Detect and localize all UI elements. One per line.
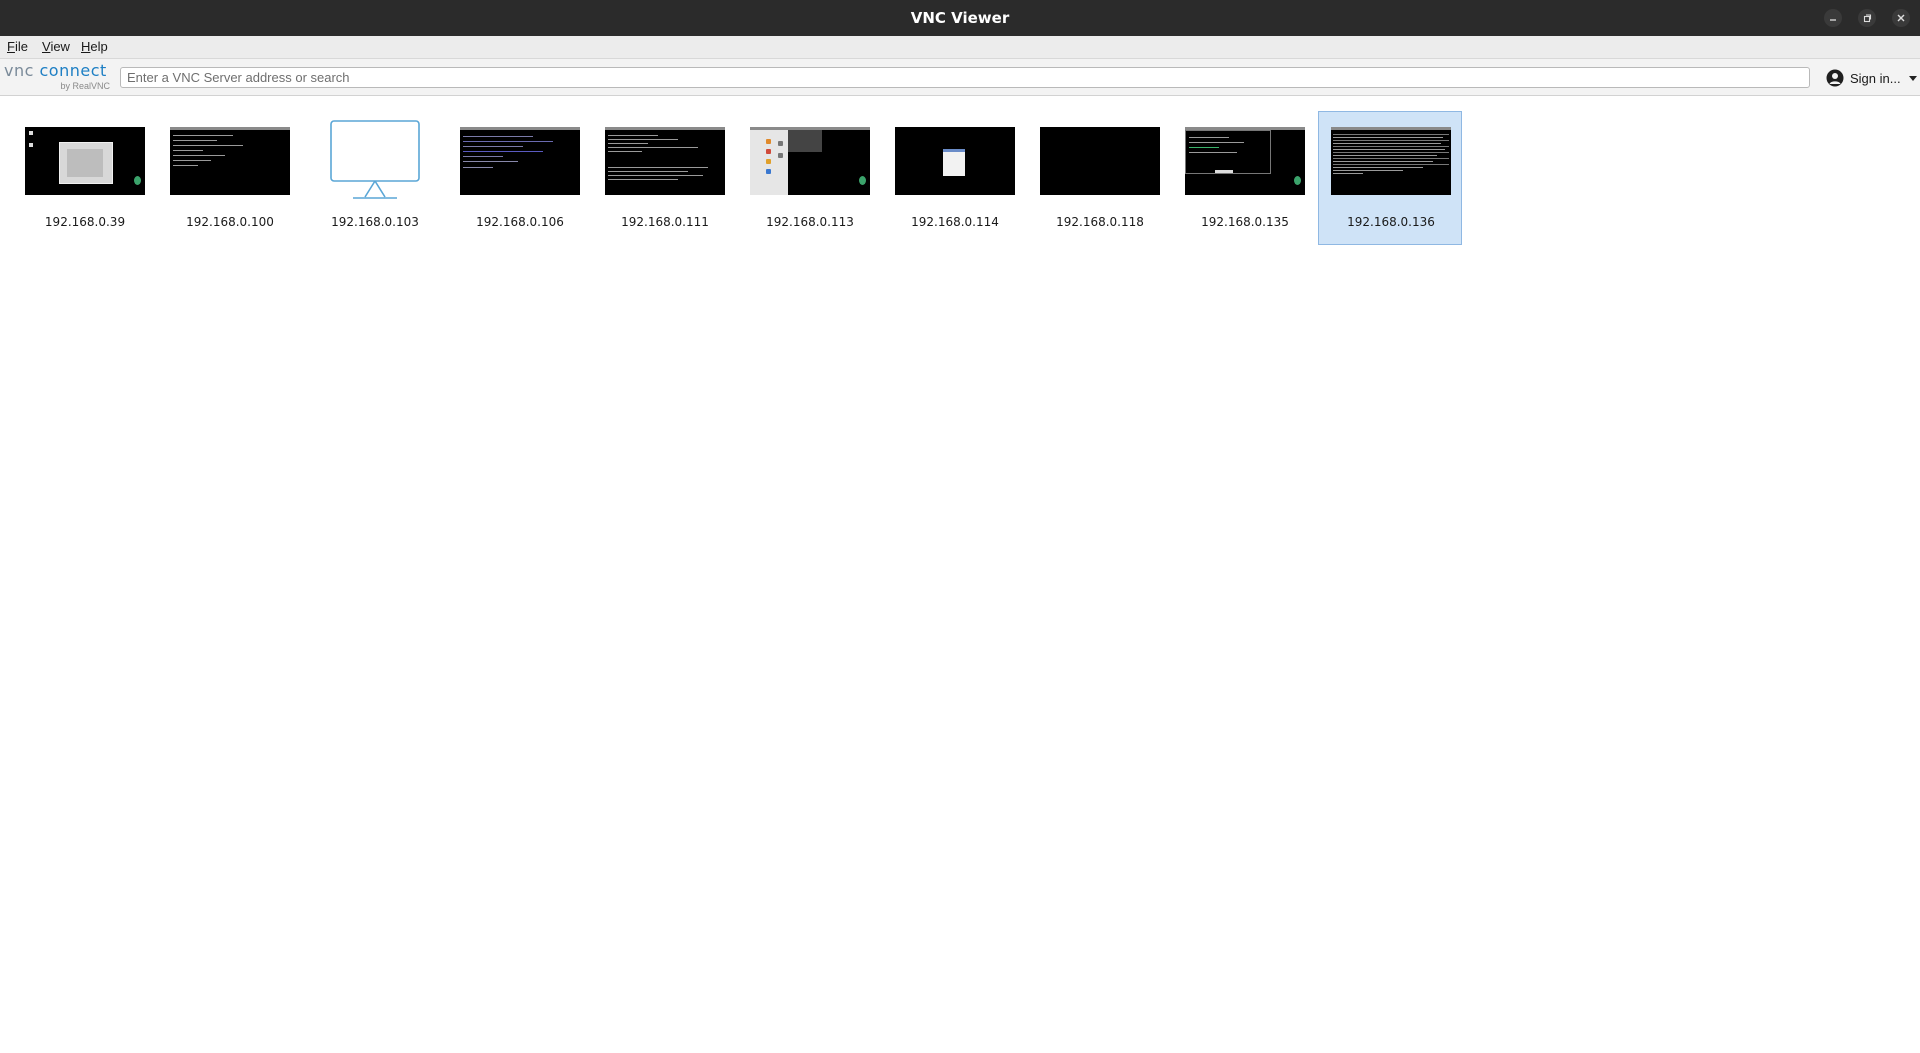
monitor-icon — [330, 120, 420, 199]
connection-tile[interactable]: 192.168.0.106 — [447, 111, 591, 245]
connection-tile[interactable]: 192.168.0.111 — [592, 111, 736, 245]
menu-help-mnemonic: H — [81, 39, 91, 54]
title-bar: VNC Viewer — [0, 0, 1920, 36]
restore-button[interactable] — [1858, 9, 1876, 27]
connection-tile[interactable]: 192.168.0.114 — [882, 111, 1026, 245]
connection-preview — [170, 127, 290, 195]
connection-label: 192.168.0.111 — [621, 215, 709, 229]
connection-preview — [25, 127, 145, 195]
connection-label: 192.168.0.114 — [911, 215, 999, 229]
close-button[interactable] — [1892, 9, 1910, 27]
connection-tile[interactable]: 192.168.0.103 — [302, 111, 446, 245]
logo-vnc-text: vnc — [4, 61, 34, 80]
sign-in-label: Sign in... — [1850, 70, 1901, 86]
connection-tile[interactable]: 192.168.0.100 — [157, 111, 301, 245]
menu-view-label: iew — [50, 39, 70, 54]
connection-label: 192.168.0.39 — [44, 215, 126, 229]
connection-label: 192.168.0.100 — [186, 215, 274, 229]
restore-icon — [1863, 14, 1872, 23]
address-book: 192.168.0.39 192.168.0.100 192.168.0.103 — [0, 97, 1920, 1053]
connection-tile-selected[interactable]: 192.168.0.136 — [1318, 111, 1462, 245]
menu-help[interactable]: Help — [81, 39, 108, 54]
connection-preview — [605, 127, 725, 195]
connection-label: 192.168.0.118 — [1056, 215, 1144, 229]
toolbar: vnc connect by RealVNC Sign in... — [0, 59, 1920, 96]
menu-view[interactable]: View — [42, 39, 70, 54]
sign-in-button[interactable]: Sign in... — [1826, 67, 1917, 89]
connection-preview — [1331, 127, 1451, 195]
minimize-button[interactable] — [1824, 9, 1842, 27]
user-icon — [1826, 69, 1844, 87]
server-search-input[interactable] — [120, 67, 1810, 88]
window-title: VNC Viewer — [910, 9, 1010, 27]
connection-preview — [1185, 127, 1305, 195]
connection-preview — [750, 127, 870, 195]
menu-file-label: ile — [14, 39, 28, 54]
connection-label: 192.168.0.113 — [766, 215, 854, 229]
connection-label: 192.168.0.135 — [1201, 215, 1289, 229]
logo-byline: by RealVNC — [60, 81, 110, 91]
menu-help-label: elp — [90, 39, 108, 54]
connection-tile[interactable]: 192.168.0.118 — [1027, 111, 1171, 245]
connection-label: 192.168.0.106 — [476, 215, 564, 229]
connection-preview — [895, 127, 1015, 195]
menu-bar: File View Help — [0, 36, 1920, 59]
menu-file[interactable]: File — [7, 39, 28, 54]
connection-label: 192.168.0.136 — [1347, 215, 1435, 229]
connection-preview — [460, 127, 580, 195]
vnc-connect-logo: vnc connect by RealVNC — [4, 63, 112, 93]
logo-connect-text: connect — [39, 61, 107, 80]
connection-tile[interactable]: 192.168.0.39 — [12, 111, 156, 245]
menu-file-mnemonic: F — [7, 39, 15, 54]
minimize-icon — [1830, 19, 1836, 21]
close-icon — [1897, 14, 1905, 22]
connection-label: 192.168.0.103 — [331, 215, 419, 229]
chevron-down-icon — [1908, 75, 1917, 81]
connection-preview — [1040, 127, 1160, 195]
connection-tile[interactable]: 192.168.0.135 — [1172, 111, 1316, 245]
connection-tile[interactable]: 192.168.0.113 — [737, 111, 881, 245]
